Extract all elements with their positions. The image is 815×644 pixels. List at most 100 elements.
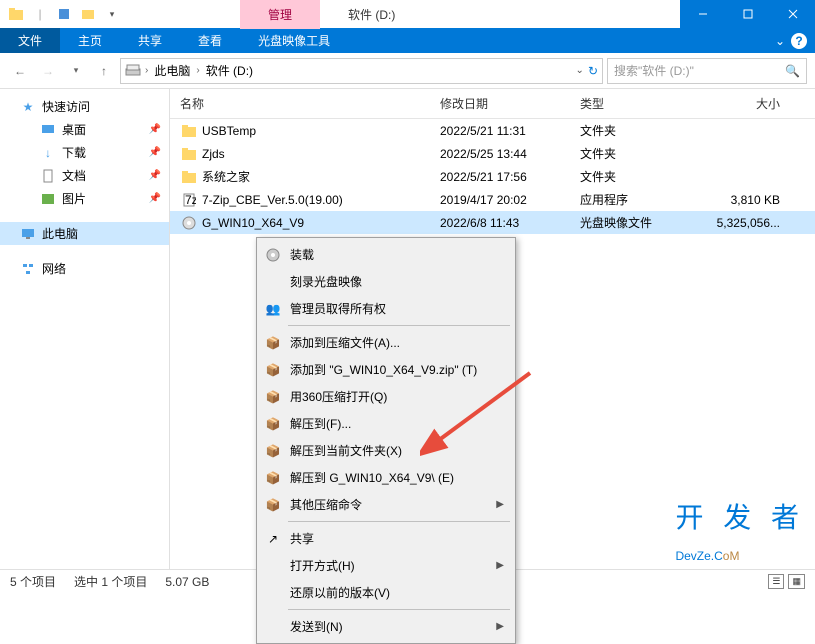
chevron-right-icon: ▶ (496, 621, 504, 632)
network-icon (20, 261, 36, 277)
folder-icon-small[interactable] (80, 7, 96, 21)
col-size[interactable]: 大小 (700, 95, 800, 112)
col-type[interactable]: 类型 (580, 95, 700, 112)
menu-burn[interactable]: 刻录光盘映像 (260, 268, 512, 295)
file-row[interactable]: Zjds 2022/5/25 13:44文件夹 (170, 142, 815, 165)
minimize-button[interactable] (680, 0, 725, 28)
picture-icon (40, 191, 56, 207)
search-input[interactable]: 搜索"软件 (D:)" 🔍 (607, 58, 807, 84)
file-size: 5,325,056... (700, 216, 800, 230)
title-bar: | ▾ 管理 软件 (D:) (0, 0, 815, 28)
menu-separator (288, 609, 510, 610)
refresh-icon[interactable]: ↻ (588, 64, 598, 78)
ribbon-view[interactable]: 查看 (180, 28, 240, 53)
folder-icon (8, 7, 24, 21)
star-icon: ★ (20, 99, 36, 115)
title-tab-manage[interactable]: 管理 (240, 0, 320, 29)
document-icon (40, 168, 56, 184)
chevron-right-icon: ▶ (496, 499, 504, 510)
sidebar-quick-access[interactable]: ★快速访问 (0, 95, 169, 118)
col-name[interactable]: 名称 (180, 95, 440, 112)
file-row[interactable]: G_WIN10_X64_V9 2022/6/8 11:43光盘映像文件5,325,… (170, 211, 815, 234)
menu-extract-here[interactable]: 📦解压到当前文件夹(X) (260, 437, 512, 464)
pc-icon (20, 226, 36, 242)
view-details-icon[interactable]: ☰ (768, 574, 784, 589)
col-date[interactable]: 修改日期 (440, 95, 580, 112)
menu-admin[interactable]: 👥管理员取得所有权 (260, 295, 512, 322)
file-size: 3,810 KB (700, 193, 800, 207)
context-menu: 装载 刻录光盘映像 👥管理员取得所有权 📦添加到压缩文件(A)... 📦添加到 … (256, 237, 516, 644)
file-type: 文件夹 (580, 168, 700, 185)
breadcrumb-dropdown-icon[interactable]: ⌄ (576, 65, 584, 76)
menu-add-zip[interactable]: 📦添加到压缩文件(A)... (260, 329, 512, 356)
ribbon-disc-tool[interactable]: 光盘映像工具 (240, 28, 348, 53)
disc-icon (264, 247, 282, 263)
breadcrumb-pc[interactable]: 此电脑 (152, 62, 192, 79)
file-name: G_WIN10_X64_V9 (202, 216, 304, 230)
menu-extract-folder[interactable]: 📦解压到 G_WIN10_X64_V9\ (E) (260, 464, 512, 491)
menu-separator (288, 325, 510, 326)
file-row[interactable]: USBTemp2022/5/21 11:31文件夹 (170, 119, 815, 142)
recent-dropdown[interactable]: ▾ (64, 59, 88, 83)
menu-separator (288, 521, 510, 522)
chevron-right-icon: ▶ (496, 560, 504, 571)
maximize-button[interactable] (725, 0, 770, 28)
menu-add-zip-name[interactable]: 📦添加到 "G_WIN10_X64_V9.zip" (T) (260, 356, 512, 383)
view-icons-icon[interactable]: ▦ (788, 574, 805, 589)
zip-icon: 📦 (264, 497, 282, 513)
file-date: 2022/5/21 11:31 (440, 124, 580, 138)
menu-open-with[interactable]: 打开方式(H)▶ (260, 552, 512, 579)
back-button[interactable]: ← (8, 59, 32, 83)
search-icon[interactable]: 🔍 (785, 64, 800, 78)
ribbon-expand-icon[interactable]: ⌄ (775, 34, 785, 48)
properties-icon[interactable] (56, 7, 72, 21)
breadcrumb[interactable]: › 此电脑 › 软件 (D:) ⌄ ↻ (120, 58, 603, 84)
zip-icon: 📦 (264, 443, 282, 459)
status-count: 5 个项目 (10, 573, 56, 590)
column-headers: 名称 修改日期 类型 大小 (170, 89, 815, 119)
sidebar-downloads[interactable]: ↓下载📌 (0, 141, 169, 164)
pin-icon: 📌 (149, 170, 169, 181)
chevron-right-icon[interactable]: › (145, 65, 148, 76)
title-tab-drive: 软件 (D:) (320, 0, 423, 29)
menu-extract-to[interactable]: 📦解压到(F)... (260, 410, 512, 437)
sidebar-pictures[interactable]: 图片📌 (0, 187, 169, 210)
sidebar-desktop[interactable]: 桌面📌 (0, 118, 169, 141)
file-row[interactable]: 7z7-Zip_CBE_Ver.5.0(19.00)2019/4/17 20:0… (170, 188, 815, 211)
file-date: 2022/6/8 11:43 (440, 216, 580, 230)
menu-share[interactable]: ↗共享 (260, 525, 512, 552)
ribbon-home[interactable]: 主页 (60, 28, 120, 53)
download-icon: ↓ (40, 145, 56, 161)
menu-send-to[interactable]: 发送到(N)▶ (260, 613, 512, 640)
sidebar-network[interactable]: 网络 (0, 257, 169, 280)
ribbon-share[interactable]: 共享 (120, 28, 180, 53)
users-icon: 👥 (264, 301, 282, 317)
forward-button[interactable]: → (36, 59, 60, 83)
sidebar-documents[interactable]: 文档📌 (0, 164, 169, 187)
chevron-right-icon[interactable]: › (196, 65, 199, 76)
menu-mount[interactable]: 装载 (260, 241, 512, 268)
file-type: 光盘映像文件 (580, 214, 700, 231)
file-date: 2022/5/25 13:44 (440, 147, 580, 161)
file-date: 2019/4/17 20:02 (440, 193, 580, 207)
close-button[interactable] (770, 0, 815, 28)
iso-icon (180, 215, 198, 231)
file-row[interactable]: 系统之家2022/5/21 17:56文件夹 (170, 165, 815, 188)
ribbon-file[interactable]: 文件 (0, 28, 60, 53)
folder-icon (180, 169, 198, 185)
menu-other-compress[interactable]: 📦其他压缩命令▶ (260, 491, 512, 518)
breadcrumb-drive[interactable]: 软件 (D:) (204, 62, 255, 79)
sidebar-this-pc[interactable]: 此电脑 (0, 222, 169, 245)
menu-open-360[interactable]: 📦用360压缩打开(Q) (260, 383, 512, 410)
file-type: 文件夹 (580, 122, 700, 139)
file-type: 文件夹 (580, 145, 700, 162)
pin-icon: 📌 (149, 193, 169, 204)
help-icon[interactable]: ? (791, 33, 807, 49)
dropdown-icon[interactable]: ▾ (104, 7, 120, 21)
up-button[interactable]: ↑ (92, 59, 116, 83)
exe-icon: 7z (180, 192, 198, 208)
folder-icon (180, 146, 198, 162)
file-date: 2022/5/21 17:56 (440, 170, 580, 184)
drive-icon (125, 63, 141, 79)
file-name: Zjds (202, 147, 225, 161)
